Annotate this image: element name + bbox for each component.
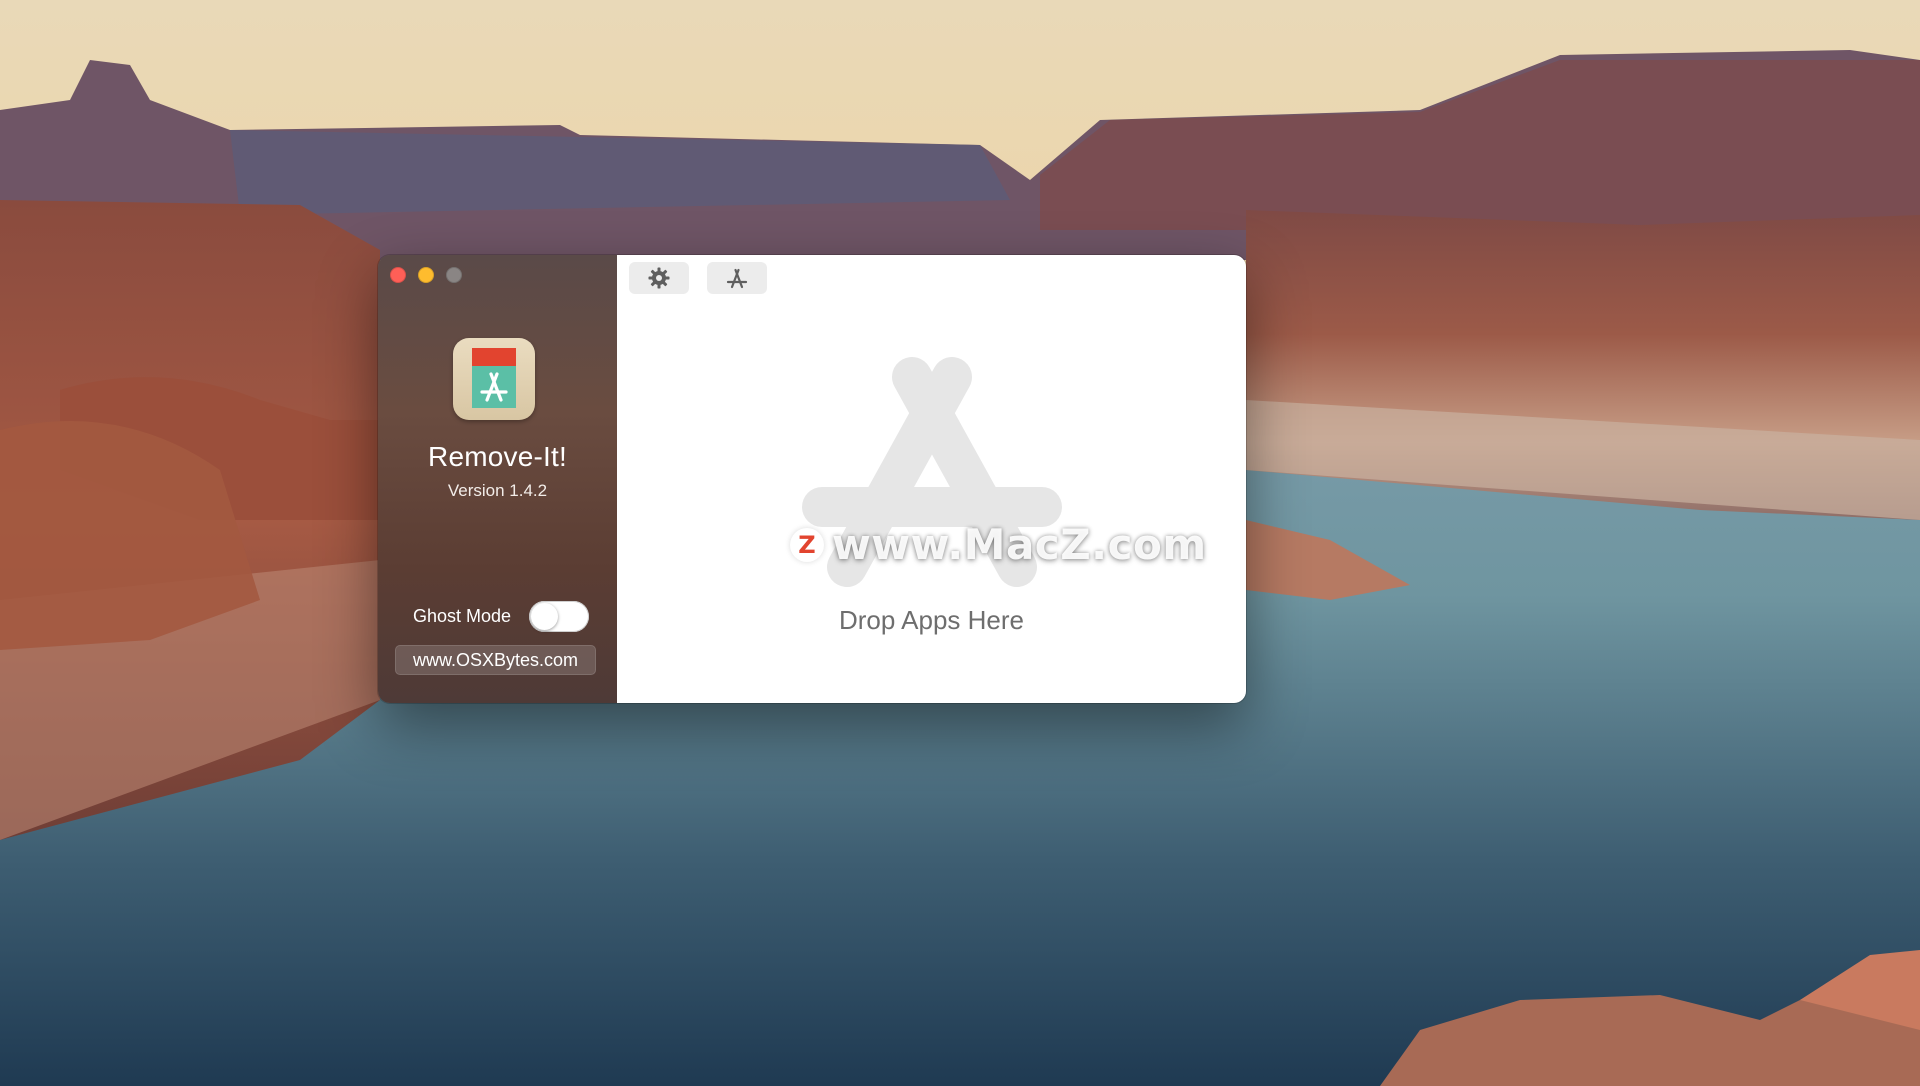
app-name: Remove-It! [428,441,567,472]
app-version: Version 1.4.2 [447,481,548,500]
settings-button[interactable] [629,262,689,294]
toggle-knob [531,603,559,630]
ghost-mode-toggle[interactable] [529,601,590,632]
minimize-button[interactable] [418,267,434,283]
app-store-icon [802,357,1062,587]
app-store-button[interactable] [707,262,767,294]
window-controls [390,267,462,283]
close-button[interactable] [390,267,406,283]
ghost-mode-label: Ghost Mode [413,606,512,626]
remove-it-window: Remove-It! Version 1.4.2 Ghost Mode www.… [378,255,1246,703]
drop-apps-label: Drop Apps Here [839,605,1024,635]
remove-it-app-icon [453,338,535,420]
app-store-icon [726,268,748,289]
website-link-button[interactable]: www.OSXBytes.com [395,645,596,675]
drop-area[interactable]: Drop Apps Here [617,255,1246,703]
gear-icon [648,267,670,289]
ghost-mode-row: Ghost Mode [413,601,590,632]
zoom-button[interactable] [446,267,462,283]
sidebar: Remove-It! Version 1.4.2 Ghost Mode www.… [378,255,617,703]
